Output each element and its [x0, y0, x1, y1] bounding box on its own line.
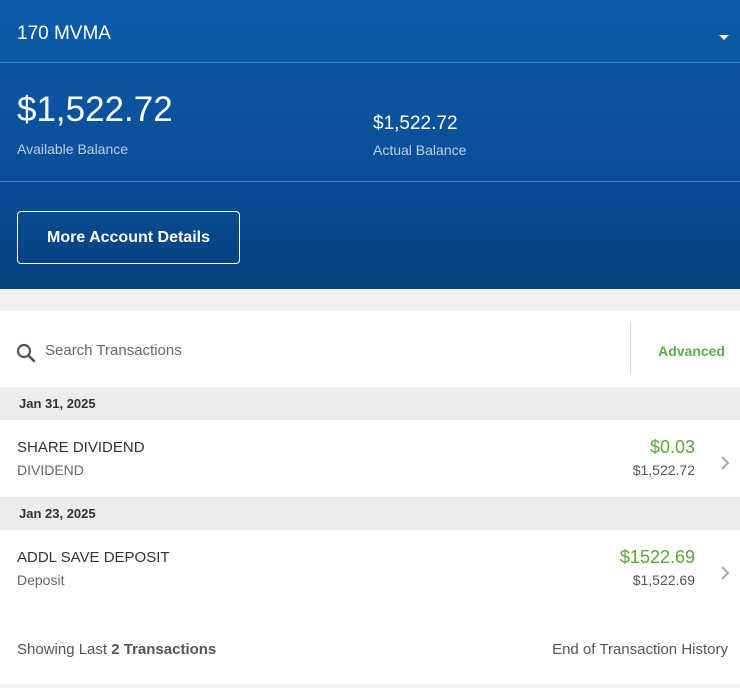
showing-count: 2 Transactions [111, 641, 217, 658]
showing-count-text: Showing Last 2 Transactions [17, 641, 216, 658]
transaction-description: SHARE DIVIDEND [17, 439, 145, 456]
account-selector[interactable]: 170 MVMA [0, 0, 740, 63]
transaction-type: DIVIDEND [17, 462, 84, 478]
end-of-history-label: End of Transaction History [552, 641, 728, 658]
search-icon [16, 343, 36, 363]
transaction-description: ADDL SAVE DEPOSIT [17, 549, 170, 566]
search-bar: Advanced [0, 311, 740, 387]
transaction-running-balance: $1,522.69 [632, 572, 695, 588]
more-account-details-button[interactable]: More Account Details [17, 211, 240, 264]
account-header: 170 MVMA $1,522.72 Available Balance $1,… [0, 0, 740, 289]
transaction-amount: $0.03 [649, 437, 695, 457]
date-header: Jan 23, 2025 [0, 497, 740, 530]
transaction-row[interactable]: ADDL SAVE DEPOSIT Deposit $1522.69 $1,52… [0, 530, 740, 607]
transaction-running-balance: $1,522.72 [632, 462, 695, 478]
actual-balance-amount: $1,522.72 [373, 113, 458, 134]
available-balance-label: Available Balance [17, 141, 129, 157]
transaction-row[interactable]: SHARE DIVIDEND DIVIDEND $0.03 $1,522.72 [0, 420, 740, 497]
advanced-search-link[interactable]: Advanced [658, 343, 725, 359]
actual-balance-label: Actual Balance [373, 142, 467, 158]
search-input[interactable] [45, 337, 605, 363]
date-header: Jan 31, 2025 [0, 387, 740, 420]
transaction-amount: $1522.69 [619, 547, 695, 567]
caret-down-icon [719, 35, 729, 40]
showing-prefix: Showing Last [17, 641, 108, 658]
search-divider [630, 321, 631, 375]
balances-panel: $1,522.72 Available Balance $1,522.72 Ac… [0, 63, 740, 182]
transaction-type: Deposit [17, 572, 65, 588]
account-name: 170 MVMA [17, 23, 111, 44]
transactions-footer: Showing Last 2 Transactions End of Trans… [0, 606, 740, 684]
available-balance-amount: $1,522.72 [17, 90, 173, 129]
chevron-right-icon [721, 566, 730, 580]
chevron-right-icon [721, 456, 730, 470]
